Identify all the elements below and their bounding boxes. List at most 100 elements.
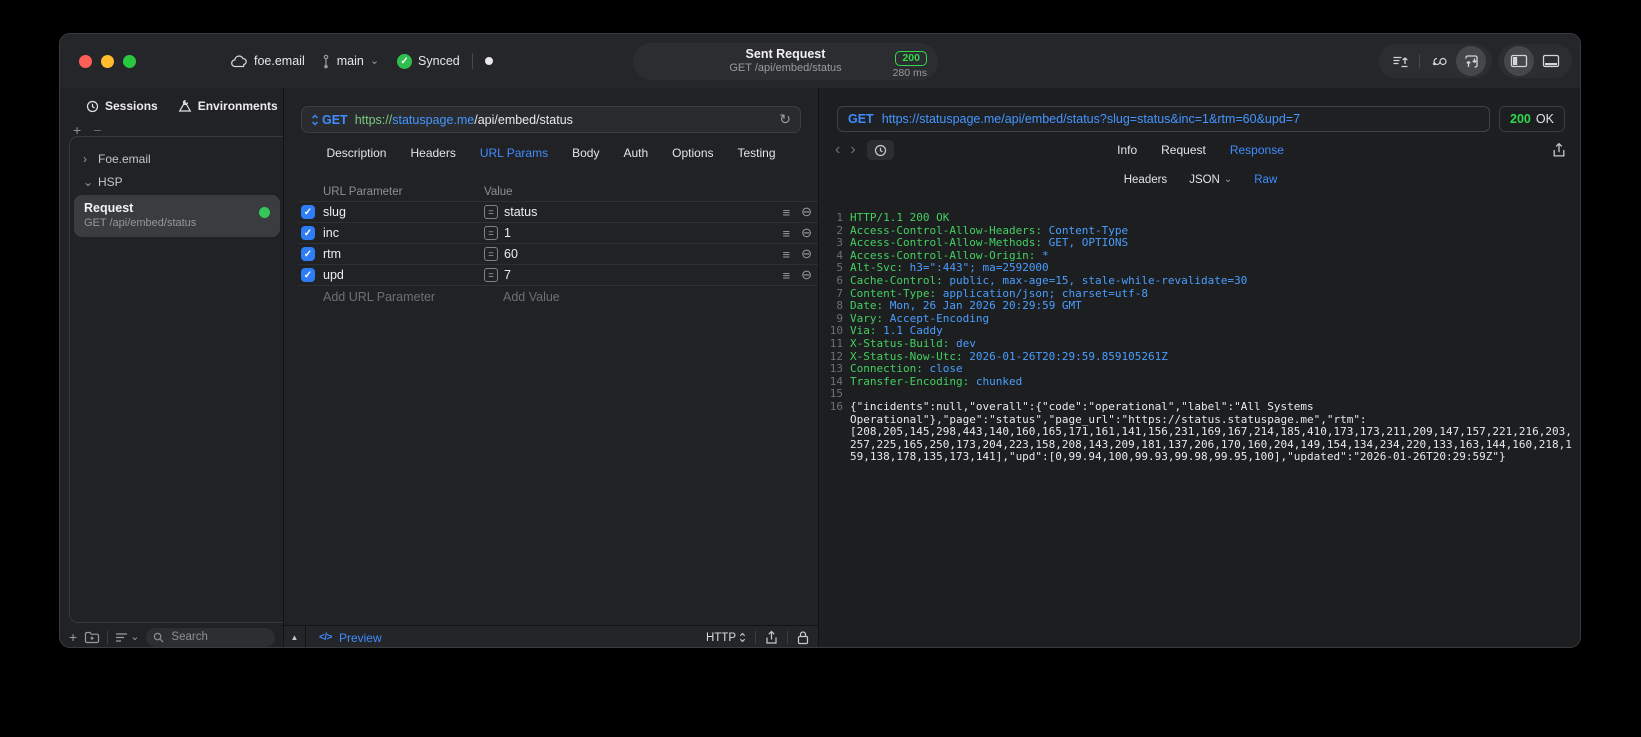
response-raw-body[interactable]: 1 HTTP/1.1 200 OK 2 Access-Control-Allow-H…: [819, 209, 1580, 647]
equals-icon: =: [484, 226, 498, 240]
branch-menu[interactable]: main ⌄: [321, 54, 379, 69]
param-checkbox[interactable]: ✓: [301, 247, 315, 261]
history-button[interactable]: [866, 140, 894, 160]
line-number: 6: [836, 273, 843, 287]
search-icon: [153, 632, 164, 643]
line-number: 1: [836, 211, 843, 224]
tree-item-label: HSP: [98, 174, 123, 189]
method-select[interactable]: GET: [322, 113, 348, 127]
header-value: *: [1035, 248, 1049, 262]
param-value-input[interactable]: 60: [504, 247, 772, 261]
remove-row-icon[interactable]: ⊖: [801, 225, 812, 241]
add-request-button[interactable]: +: [69, 629, 77, 645]
response-json-body: {"incidents":null,"overall":{"code":"ope…: [850, 399, 1572, 464]
toggle-sidebar-button[interactable]: [1504, 46, 1534, 76]
format-select[interactable]: HTTP: [706, 632, 746, 644]
code-icon: </>: [319, 632, 332, 643]
tab-description[interactable]: Description: [326, 146, 386, 160]
param-checkbox[interactable]: ✓: [301, 205, 315, 219]
share-button[interactable]: [765, 630, 778, 645]
sent-request-pill[interactable]: Sent Request GET /api/embed/status 200 2…: [633, 43, 938, 80]
tab-options[interactable]: Options: [672, 146, 713, 160]
tab-info[interactable]: Info: [1117, 143, 1137, 157]
response-body-line: 16 {"incidents":null,"overall":{"code":"o…: [823, 399, 1576, 464]
param-value-input[interactable]: 1: [504, 226, 772, 240]
line-number: 3: [836, 236, 843, 250]
tab-headers[interactable]: Headers: [410, 146, 455, 160]
header-value: Mon, 26 Jan 2026 20:29:59 GMT: [883, 299, 1082, 313]
param-checkbox[interactable]: ✓: [301, 268, 315, 282]
remove-row-icon[interactable]: ⊖: [801, 246, 812, 262]
forward-button[interactable]: ›: [850, 141, 855, 159]
sent-url-box[interactable]: GET https://statuspage.me/api/embed/stat…: [837, 106, 1490, 132]
sort-list-button[interactable]: ⌄: [115, 631, 139, 643]
share-icon: [1552, 142, 1566, 158]
collapse-panel-button[interactable]: ▲: [284, 626, 306, 647]
add-folder-button[interactable]: [84, 631, 100, 644]
tab-auth[interactable]: Auth: [623, 146, 648, 160]
request-item-subtitle: GET /api/embed/status: [84, 217, 197, 230]
titlebar-separator: [471, 53, 473, 69]
close-window-button[interactable]: [79, 54, 92, 68]
header-value: h3=":443"; ma=2592000: [902, 261, 1049, 275]
row-menu-icon[interactable]: ≡: [783, 247, 791, 262]
tab-response[interactable]: Response: [1230, 143, 1284, 157]
remove-row-icon[interactable]: ⊖: [801, 267, 812, 283]
subtab-json[interactable]: JSON ⌄: [1189, 174, 1232, 186]
export-response-button[interactable]: [1552, 142, 1566, 158]
tab-testing[interactable]: Testing: [738, 146, 776, 160]
send-queue-button[interactable]: [1385, 46, 1415, 76]
row-menu-icon[interactable]: ≡: [783, 205, 791, 220]
header-name: Vary:: [850, 311, 884, 325]
remove-row-icon[interactable]: ⊖: [801, 204, 812, 220]
row-menu-icon[interactable]: ≡: [783, 226, 791, 241]
row-menu-icon[interactable]: ≡: [783, 268, 791, 283]
tree-item-foe-email[interactable]: › Foe.email: [70, 147, 283, 170]
param-name-input[interactable]: rtm: [323, 247, 484, 261]
tree-item-hsp[interactable]: ⌄ HSP: [70, 170, 283, 193]
header-name: Transfer-Encoding:: [850, 374, 970, 388]
add-param-name-input[interactable]: Add URL Parameter: [323, 290, 503, 304]
equals-icon: =: [484, 268, 498, 282]
param-name-input[interactable]: slug: [323, 205, 484, 219]
project-menu[interactable]: foe.email: [231, 54, 305, 68]
link-loop-button[interactable]: [1424, 46, 1454, 76]
minimize-window-button[interactable]: [101, 54, 114, 68]
lock-button[interactable]: [797, 630, 809, 645]
sidebar: Sessions Environments + − › Foe.email ⌄ …: [60, 88, 283, 647]
toggle-bottom-panel-button[interactable]: [1536, 46, 1566, 76]
tab-body[interactable]: Body: [572, 146, 599, 160]
tab-request[interactable]: Request: [1161, 143, 1206, 157]
toolbar-separator: [1419, 54, 1420, 68]
header-value: Content-Type: [1042, 223, 1129, 237]
header-name: X-Status-Now-Utc:: [850, 349, 963, 363]
header-name: Access-Control-Allow-Origin:: [850, 248, 1036, 262]
param-name-input[interactable]: upd: [323, 268, 484, 282]
tab-environments[interactable]: Environments: [178, 99, 278, 113]
param-name-input[interactable]: inc: [323, 226, 484, 240]
search-input[interactable]: [169, 630, 268, 644]
footer-separator: [755, 631, 756, 644]
preview-button[interactable]: </> Preview: [319, 631, 382, 645]
subtab-headers[interactable]: Headers: [1124, 174, 1167, 186]
param-checkbox[interactable]: ✓: [301, 226, 315, 240]
sync-status[interactable]: ✓ Synced: [397, 53, 460, 69]
request-list-item-selected[interactable]: Request GET /api/embed/status: [74, 195, 280, 237]
params-table-header: URL Parameter Value: [298, 182, 818, 202]
url-host: statuspage.me: [392, 112, 475, 127]
subtab-raw[interactable]: Raw: [1254, 174, 1277, 186]
equals-icon: =: [484, 247, 498, 261]
import-request-button[interactable]: [1456, 46, 1486, 76]
bottom-panel-icon: [1542, 54, 1560, 68]
back-button[interactable]: ‹: [835, 141, 840, 159]
param-value-input[interactable]: status: [504, 205, 772, 219]
request-url-bar[interactable]: GET https://statuspage.me/api/embed/stat…: [301, 106, 801, 133]
resend-button[interactable]: ↻: [779, 111, 791, 128]
zoom-window-button[interactable]: [123, 54, 136, 68]
param-value-input[interactable]: 7: [504, 268, 772, 282]
sidebar-search[interactable]: [146, 627, 275, 647]
add-param-value-input[interactable]: Add Value: [503, 290, 560, 304]
header-value: dev: [949, 336, 976, 350]
tab-url-params[interactable]: URL Params: [480, 146, 548, 160]
tab-sessions[interactable]: Sessions: [86, 99, 158, 113]
